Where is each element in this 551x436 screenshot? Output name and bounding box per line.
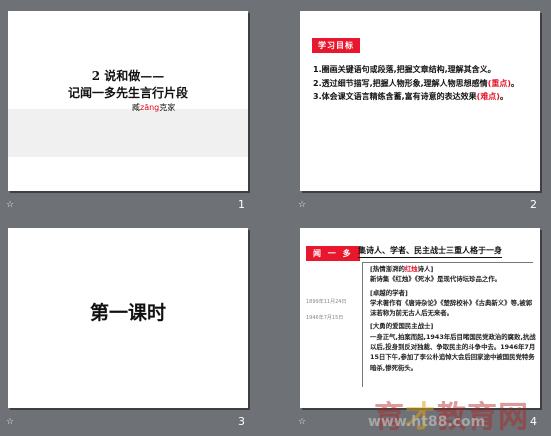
animation-icon[interactable]: ☆ (298, 200, 306, 210)
death-date: 1946年7月15日 (306, 315, 344, 321)
slide-thumbnail-3[interactable]: 第一课时 (8, 228, 248, 408)
author-name: 克家 (159, 103, 176, 112)
goal-item: 3.体会课文语言精练含蓄,富有诗意的表达效果(难点)。 (313, 92, 508, 101)
animation-icon[interactable]: ☆ (298, 417, 306, 427)
slide-thumbnail-2[interactable]: 学习目标 1.圈画关键语句或段落,把握文章结构,理解其含义。 2.透过细节描写,… (300, 11, 540, 191)
slide-headline: 集诗人、学者、民主战士三重人格于一身 (358, 245, 502, 258)
goal-item: 2.透过细节描写,把握人物形象,理解人物思想感情(重点)。 (313, 78, 519, 88)
goal-list: 1.圈画关键语句或段落,把握文章结构,理解其含义。 2.透过细节描写,把握人物形… (313, 63, 535, 104)
slide-number: 3 (238, 415, 245, 428)
section-title: [卓越的学者] (370, 288, 408, 297)
slide-number: 1 (238, 198, 245, 211)
slide-title-line1: 2 说和做—— (91, 69, 165, 83)
author-prefix: 臧 (132, 103, 140, 112)
slide-thumbnail-4[interactable]: 闻 一 多 集诗人、学者、民主战士三重人格于一身 [热情澎湃的红烛诗人] 新诗集… (300, 228, 540, 408)
slide-thumbnail-1[interactable]: 2 说和做—— 记闻一多先生言行片段 臧zāng克家 (8, 11, 248, 191)
animation-icon[interactable]: ☆ (6, 417, 14, 427)
slide-number: 4 (530, 415, 537, 428)
slide-tag: 闻 一 多 (306, 246, 360, 261)
goal-item: 1.圈画关键语句或段落,把握文章结构,理解其含义。 (313, 65, 496, 74)
watermark-url: www.ht88.com (368, 414, 486, 430)
slide-number: 2 (530, 198, 537, 211)
slide-tag: 学习目标 (312, 38, 360, 53)
slide-body: [热情澎湃的红烛诗人] 新诗集《红烛》《死水》是现代诗坛珍品之作。 [卓越的学者… (370, 264, 538, 373)
section-text: 学术著作有《唐诗杂论》《楚辞校补》《古典新义》等,被郭沫若称为前无古人后无来者。 (370, 298, 533, 318)
section-title: [大勇的爱国民主战士] (370, 322, 434, 331)
slide-heading: 第一课时 (89, 302, 166, 324)
section-text: 新诗集《红烛》《死水》是现代诗坛珍品之作。 (370, 275, 502, 284)
slide-title-line2: 记闻一多先生言行片段 (67, 86, 188, 100)
slide-band (8, 109, 248, 157)
author-pinyin: zāng (140, 103, 160, 112)
section-title: [热情澎湃的红烛诗人] (370, 265, 434, 273)
section-text: 一身正气,拍案而起,1943年后目睹国民党政治的腐败,抗战以后,投身到反对独裁、… (370, 332, 536, 372)
slide-author: 臧zāng克家 (132, 102, 175, 113)
birth-date: 1899年11月24日 (306, 299, 347, 305)
animation-icon[interactable]: ☆ (6, 200, 14, 210)
